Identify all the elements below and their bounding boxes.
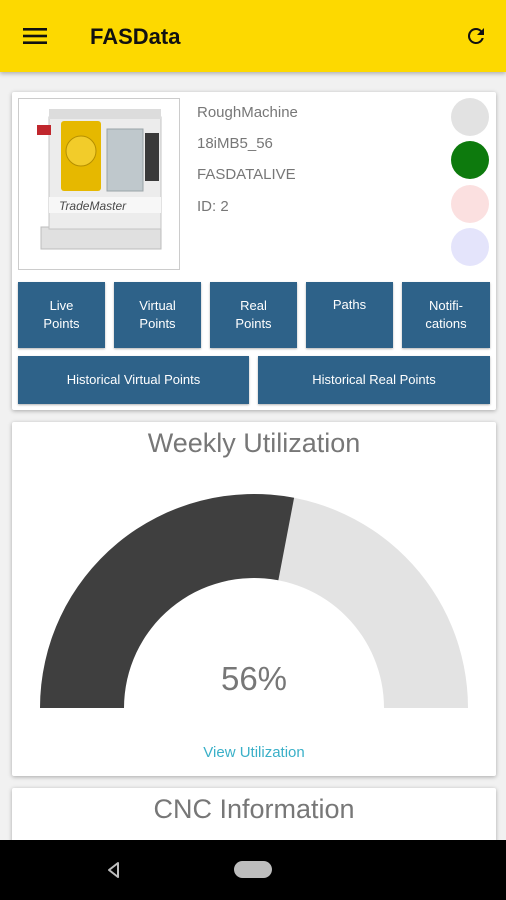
notifications-button[interactable]: Notifi- cations xyxy=(402,282,490,348)
status-dot-alarm xyxy=(451,185,489,223)
nav-back-icon[interactable] xyxy=(104,860,124,880)
live-points-button[interactable]: Live Points xyxy=(18,282,105,348)
paths-button[interactable]: Paths xyxy=(306,282,393,348)
utilization-value: 56% xyxy=(220,660,288,697)
status-dot-running xyxy=(451,141,489,179)
status-dot-idle xyxy=(451,98,489,136)
system-navigation-bar xyxy=(0,840,506,900)
cnc-information-card: CNC Information xyxy=(12,788,496,848)
machine-brand-label: TradeMaster xyxy=(59,199,127,213)
app-bar: FASData xyxy=(0,0,506,72)
refresh-button[interactable] xyxy=(458,18,494,54)
machine-image: TradeMaster xyxy=(18,98,180,270)
machine-id: ID: 2 xyxy=(197,198,229,215)
refresh-icon xyxy=(467,27,484,44)
machine-name: RoughMachine xyxy=(197,104,298,121)
utilization-card: Weekly Utilization 56% View Utilization xyxy=(12,422,496,776)
cnc-information-title: CNC Information xyxy=(153,794,355,824)
real-points-button[interactable]: Real Points xyxy=(210,282,297,348)
view-utilization-link[interactable]: View Utilization xyxy=(12,744,496,761)
hamburger-menu-icon xyxy=(23,28,47,44)
menu-button[interactable] xyxy=(14,21,56,51)
virtual-points-button[interactable]: Virtual Points xyxy=(114,282,201,348)
status-dot-other xyxy=(451,228,489,266)
machine-source: FASDATALIVE xyxy=(197,166,296,183)
machine-model: 18iMB5_56 xyxy=(197,135,273,152)
machine-card: TradeMaster RoughMachine 18iMB5_56 FASDA… xyxy=(12,92,496,410)
historical-virtual-points-button[interactable]: Historical Virtual Points xyxy=(18,356,249,404)
utilization-title: Weekly Utilization xyxy=(147,428,361,458)
historical-real-points-button[interactable]: Historical Real Points xyxy=(258,356,490,404)
nav-home-icon[interactable] xyxy=(234,861,272,878)
app-title: FASData xyxy=(90,24,181,49)
